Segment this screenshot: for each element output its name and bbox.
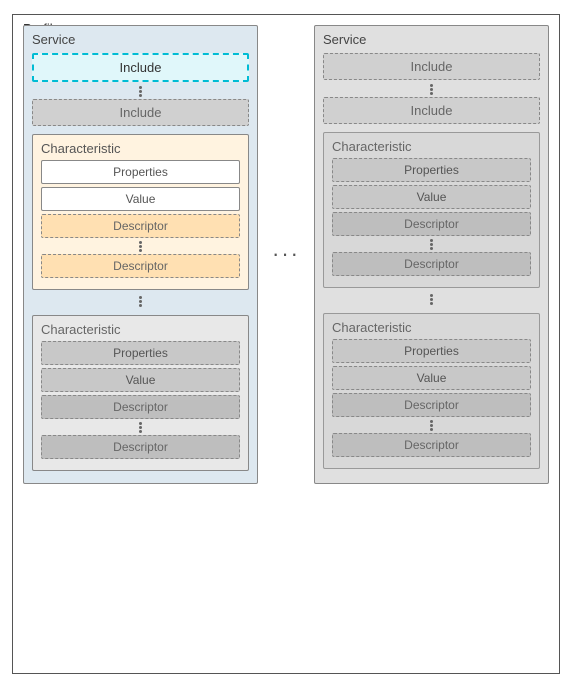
- right-char1-label: Characteristic: [332, 139, 531, 154]
- left-char2-descriptor1[interactable]: Descriptor: [41, 395, 240, 419]
- left-char1-descriptor1[interactable]: Descriptor: [41, 214, 240, 238]
- h-dots: ···: [272, 243, 300, 265]
- right-char1-dots: [332, 239, 531, 250]
- right-dots-2: [323, 294, 540, 305]
- right-char1-descriptor1[interactable]: Descriptor: [332, 212, 531, 236]
- right-char2-label: Characteristic: [332, 320, 531, 335]
- right-char1-descriptor2[interactable]: Descriptor: [332, 252, 531, 276]
- right-char1-properties[interactable]: Properties: [332, 158, 531, 182]
- columns-wrapper: Service Include Include Characteristic P…: [23, 25, 549, 484]
- right-service-label: Service: [323, 32, 540, 47]
- left-char2-label: Characteristic: [41, 322, 240, 337]
- right-char2-properties[interactable]: Properties: [332, 339, 531, 363]
- left-char2-value[interactable]: Value: [41, 368, 240, 392]
- outer-profile-box: Profile Service Include Include Characte…: [12, 14, 560, 674]
- left-char1-descriptor2[interactable]: Descriptor: [41, 254, 240, 278]
- left-char1-label: Characteristic: [41, 141, 240, 156]
- right-include-bottom[interactable]: Include: [323, 97, 540, 124]
- left-char2-descriptor2[interactable]: Descriptor: [41, 435, 240, 459]
- right-dots-1: [323, 84, 540, 95]
- left-char1-dots: [41, 241, 240, 252]
- right-char2-box: Characteristic Properties Value Descript…: [323, 313, 540, 469]
- right-char2-dots: [332, 420, 531, 431]
- left-include-bottom[interactable]: Include: [32, 99, 249, 126]
- left-dots-2: [32, 296, 249, 307]
- left-char1-value[interactable]: Value: [41, 187, 240, 211]
- left-char2-dots: [41, 422, 240, 433]
- right-char1-box: Characteristic Properties Value Descript…: [323, 132, 540, 288]
- left-dots-1: [32, 86, 249, 97]
- right-char1-value[interactable]: Value: [332, 185, 531, 209]
- left-include-top[interactable]: Include: [32, 53, 249, 82]
- left-char1-box: Characteristic Properties Value Descript…: [32, 134, 249, 290]
- right-include-top[interactable]: Include: [323, 53, 540, 80]
- right-char2-value[interactable]: Value: [332, 366, 531, 390]
- right-char2-descriptor1[interactable]: Descriptor: [332, 393, 531, 417]
- right-service-box: Service Include Include Characteristic P…: [314, 25, 549, 484]
- left-char1-properties[interactable]: Properties: [41, 160, 240, 184]
- right-char2-descriptor2[interactable]: Descriptor: [332, 433, 531, 457]
- left-char2-box: Characteristic Properties Value Descript…: [32, 315, 249, 471]
- left-service-label: Service: [32, 32, 249, 47]
- left-char2-properties[interactable]: Properties: [41, 341, 240, 365]
- left-service-box: Service Include Include Characteristic P…: [23, 25, 258, 484]
- horizontal-dots-separator: ···: [276, 25, 296, 484]
